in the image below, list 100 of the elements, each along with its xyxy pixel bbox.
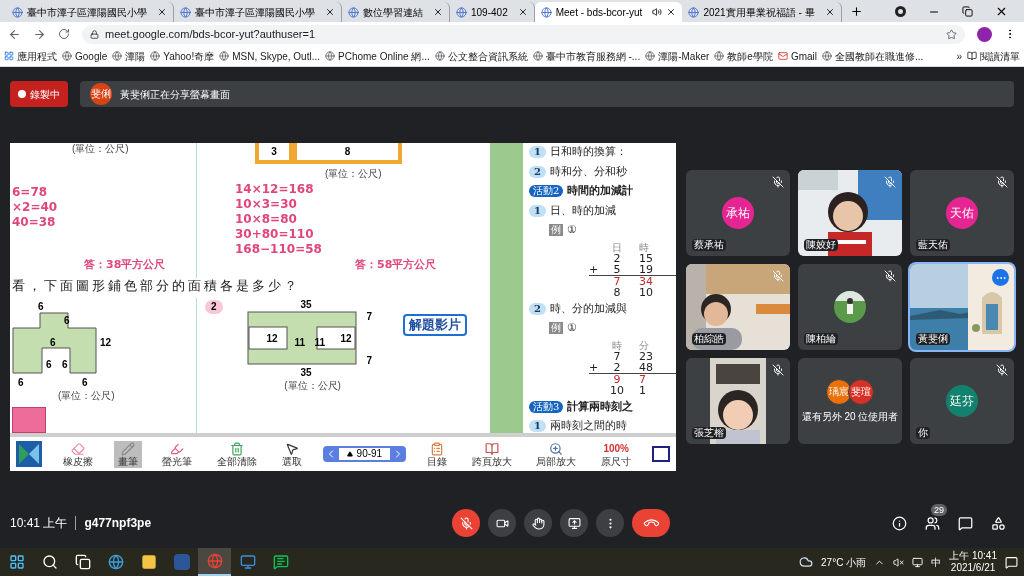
info-icon[interactable] [892,515,907,531]
participant-tile[interactable]: 承祐 蔡承祐 [686,170,790,256]
calculation: 6=78 [12,185,49,200]
mic-off-button[interactable] [452,509,480,537]
clock-time[interactable]: 上午 10:41 [949,550,997,562]
bookmark[interactable]: 潭陽-Maker [645,48,710,64]
bookmark[interactable]: 臺中市教育服務網 -... [532,48,641,64]
end-call-button[interactable] [632,509,670,537]
chat-icon[interactable] [958,515,973,531]
digit: 8 [612,286,622,298]
digit: 7 [638,373,646,385]
tool-icon [484,441,499,456]
browser-tab[interactable]: Meet - bds-bcor-yut [534,2,683,22]
tool-button[interactable]: 橡皮擦 [58,440,97,468]
notifications-icon[interactable] [1005,555,1018,569]
tool-button[interactable]: 畫筆 [113,440,142,468]
shape-drawing [12,407,46,433]
raise-hand-button[interactable] [524,509,552,537]
clock-date[interactable]: 2021/6/21 [950,562,996,574]
dimension-label: 11 [314,338,326,349]
reload-icon[interactable] [58,28,70,40]
calculation: 14×12=168 [235,182,315,197]
column-heading: 分 [638,339,649,351]
meeting-code: g477npf3pe [84,515,152,532]
video-button[interactable]: 解題影片 [402,314,467,337]
tool-icon [549,441,564,456]
avatar: 承祐 [722,197,754,229]
digit: 10 [638,286,653,298]
dimension-label: 12 [266,334,278,345]
tab-title: 臺中市潭子區潭陽國民小學 [195,5,316,20]
participant-tile[interactable]: 廷芬 你 [910,358,1014,444]
tab-title: 數位學習連結 [363,5,424,20]
new-tab-icon[interactable] [849,5,863,18]
participant-tile[interactable]: 張芝榕 [686,358,790,444]
forward-icon[interactable] [33,27,46,41]
bookmark[interactable]: Gmail [777,48,817,64]
bookmark[interactable]: Yahoo!奇摩 [150,48,215,64]
tool-button[interactable]: 局部放大 [532,440,581,468]
bookmark[interactable]: MSN, Skype, Outl... [219,48,320,64]
profile-icon[interactable] [895,6,906,17]
close-icon[interactable] [517,7,528,17]
fullscreen-button[interactable] [652,446,670,462]
reading-list[interactable]: 閱讀清單 [967,48,1020,64]
bookmark-star-icon [946,28,957,40]
column-heading: 時 [611,339,623,351]
participant-tile[interactable]: 天佑 藍天佑 [910,170,1014,256]
textbook-text: ① [567,222,577,238]
more-bookmarks[interactable]: » [956,48,962,64]
tool-icon [70,441,85,456]
tool-button[interactable]: 全部清除 [213,440,262,468]
chat-app-icon [272,554,289,570]
tool-button[interactable]: 100% 原尺寸 [597,441,636,467]
speaker-muted-icon[interactable] [893,556,905,568]
reading-list-icon [967,51,977,61]
profile-avatar[interactable] [977,26,992,42]
page-selector[interactable]: 90-91 [322,446,407,462]
dimension-label: 7 [366,356,373,367]
number-badge: 2 [205,300,223,315]
close-icon[interactable] [325,7,335,17]
participant-tile[interactable]: 瑀宸 斐瑄 還有另外 20 位使用者 [798,358,902,444]
tool-button[interactable]: 跨頁放大 [467,440,516,468]
bookmark[interactable]: 應用程式 [4,48,57,64]
participant-name: 張芝榕 [692,427,726,439]
people-icon[interactable] [925,515,940,531]
tool-button[interactable]: 目錄 [422,440,451,468]
address-bar[interactable]: meet.google.com/bds-bcor-yut?authuser=1 [82,24,965,44]
tool-button[interactable]: 選取 [277,440,306,468]
tool-button[interactable]: 螢光筆 [158,440,197,468]
bookmark[interactable]: 公文整合資訊系統 [434,48,528,64]
camera-button[interactable] [488,509,516,537]
answer: 答：58平方公尺 [354,257,438,273]
textbook-text: 時間的加減計 [567,183,634,199]
close-icon[interactable] [995,5,1008,18]
close-icon[interactable] [157,7,167,17]
restore-icon[interactable] [962,6,973,17]
start-icon [8,554,25,570]
close-icon[interactable] [666,7,677,17]
close-icon[interactable] [824,7,835,17]
close-icon[interactable] [433,7,443,17]
activities-icon[interactable] [991,515,1006,531]
bookmark[interactable]: 潭陽 [112,48,146,64]
tab-title: 臺中市潭子區潭陽國民小學 [27,5,148,20]
answer: 答：38平方公尺 [83,257,167,273]
weather-text[interactable]: 27°C 小雨 [821,554,867,570]
more-options-button[interactable] [596,509,624,537]
participant-tile[interactable]: 柏綜皓 [686,264,790,350]
bookmark[interactable]: Google [62,48,108,64]
present-button[interactable] [560,509,588,537]
bookmark[interactable]: PChome Online 網... [325,48,430,64]
bookmark[interactable]: 教師e學院 [714,48,773,64]
network-icon[interactable] [912,556,924,568]
digit: 48 [638,361,653,373]
task-view-icon [74,554,91,570]
input-method[interactable]: 中 [931,554,942,570]
back-icon[interactable] [8,27,21,41]
participant-tile[interactable]: 陳柏綸 [798,264,902,350]
participant-tile[interactable]: 黃斐俐 [910,264,1014,350]
tool-icon [230,441,245,456]
participant-tile[interactable]: 陳姣好 [798,170,902,256]
bookmark[interactable]: 全國教師在職進修... [822,48,924,64]
